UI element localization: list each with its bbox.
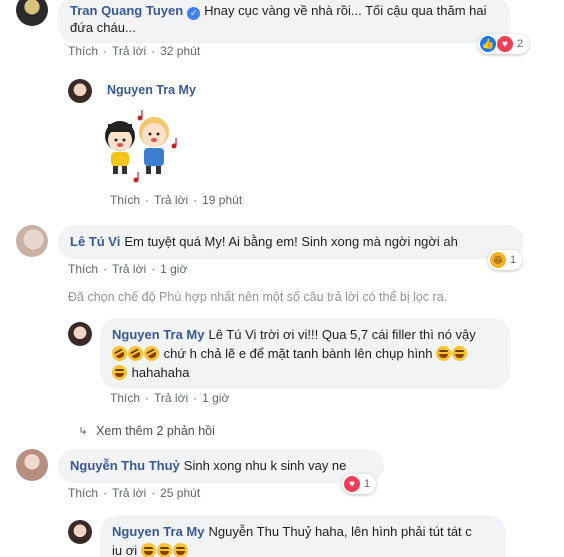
comment-actions: Thích · Trả lời · 32 phút [68, 44, 201, 58]
verified-icon: ✓ [187, 7, 201, 20]
reply-link[interactable]: Trả lời [112, 44, 146, 58]
comment-text-line-3: hahahaha [131, 365, 190, 380]
like-reaction-icon: 👍 [480, 36, 496, 52]
avatar-nguyen-tra-my[interactable] [68, 322, 92, 346]
love-reaction-icon: ♥ [497, 36, 513, 52]
reaction-number: 2 [517, 38, 524, 50]
view-more-replies-link[interactable]: ↳ Xem thêm 2 phản hồi [78, 424, 215, 438]
timestamp[interactable]: 1 giờ [202, 391, 229, 405]
comment-actions: Thích · Trả lời · 25 phút [68, 486, 201, 500]
commenter-name[interactable]: Tran Quang Tuyen [70, 3, 183, 18]
comment-actions: Thích · Trả lời · 1 giờ [110, 391, 230, 405]
reply-link[interactable]: Trả lời [154, 193, 188, 207]
rofl-emoji [141, 343, 162, 364]
timestamp[interactable]: 25 phút [160, 486, 200, 500]
commenter-name[interactable]: Nguyen Tra My [107, 83, 196, 97]
like-link[interactable]: Thích [110, 391, 140, 405]
comment-bubble-le-tu-vi: Lê Tú Vi Em tuyệt quá My! Ai bằng em! Sin… [58, 225, 524, 259]
reply-arrow-icon: ↳ [78, 425, 89, 437]
timestamp[interactable]: 32 phút [160, 44, 200, 58]
timestamp[interactable]: 1 giờ [160, 262, 187, 276]
timestamp[interactable]: 19 phút [202, 193, 242, 207]
laughing-emoji [140, 543, 156, 557]
sticker-image[interactable] [98, 104, 184, 190]
comment-text-line-2: chứ h chả lẽ e để mặt tanh bành lên chụp… [163, 346, 433, 361]
reply-link[interactable]: Trả lời [112, 486, 146, 500]
reply-link[interactable]: Trả lời [112, 262, 146, 276]
commenter-name[interactable]: Nguyen Tra My [112, 327, 204, 342]
reaction-count[interactable]: 👍 ♥ 2 [478, 34, 530, 54]
laughing-emoji [436, 346, 452, 361]
view-more-label: Xem thêm 2 phản hồi [96, 424, 215, 438]
comment-text-line-1: Nguyễn Thu Thuỷ haha, lên hình phải tút … [208, 524, 472, 539]
comment-bubble-nguyen-tra-my: Nguyen Tra My Nguyễn Thu Thuỷ haha, lên h… [100, 515, 506, 557]
reaction-count[interactable]: ♥ 1 [342, 474, 377, 494]
avatar-nguyen-thu-thuy[interactable] [16, 449, 48, 481]
avatar-nguyen-tra-my[interactable] [68, 79, 92, 103]
commenter-name[interactable]: Lê Tú Vi [70, 234, 120, 249]
avatar-le-tu-vi[interactable] [16, 225, 48, 257]
love-reaction-icon: ♥ [344, 476, 360, 492]
avatar-tran-quang-tuyen[interactable] [16, 0, 48, 26]
laughing-emoji [172, 543, 188, 557]
comment-bubble-nguyen-thu-thuy: Nguyễn Thu Thuỷ Sinh xong nhu k sinh vay … [58, 449, 384, 483]
comment-text: Em tuyệt quá My! Ai bằng em! Sinh xong m… [124, 234, 458, 249]
reply-link[interactable]: Trả lời [154, 391, 188, 405]
like-link[interactable]: Thích [68, 262, 98, 276]
comment-text-line-1: Lê Tú Vi trời ơi vi!!! Qua 5,7 cái fille… [208, 327, 476, 342]
filter-notice: Đã chọn chế độ Phù hợp nhất nên một số c… [68, 290, 448, 304]
reaction-number: 1 [364, 478, 371, 490]
commenter-name[interactable]: Nguyen Tra My [112, 524, 204, 539]
haha-reaction-icon: 😆 [490, 252, 506, 268]
comment-bubble-nguyen-tra-my: Nguyen Tra My Lê Tú Vi trời ơi vi!!! Qua … [100, 318, 510, 389]
like-link[interactable]: Thích [68, 486, 98, 500]
laughing-emoji [452, 346, 468, 361]
comment-text: Sinh xong nhu k sinh vay ne [183, 458, 347, 473]
like-link[interactable]: Thích [110, 193, 140, 207]
comment-actions: Thích · Trả lời · 19 phút [110, 193, 243, 207]
reaction-count[interactable]: 😆 1 [488, 250, 523, 270]
like-link[interactable]: Thích [68, 44, 98, 58]
laughing-emoji [156, 543, 172, 557]
comment-bubble-tran-quang-tuyen: Tran Quang Tuyen ✓ Hnay cục vàng về nhà rồ… [58, 0, 510, 43]
laughing-emoji [112, 365, 127, 380]
comment-text-line-2: iu ơi [112, 543, 138, 557]
comment-actions: Thích · Trả lời · 1 giờ [68, 262, 188, 276]
reaction-number: 1 [510, 254, 517, 266]
avatar-nguyen-tra-my[interactable] [68, 520, 92, 544]
commenter-name[interactable]: Nguyễn Thu Thuỷ [70, 458, 180, 473]
